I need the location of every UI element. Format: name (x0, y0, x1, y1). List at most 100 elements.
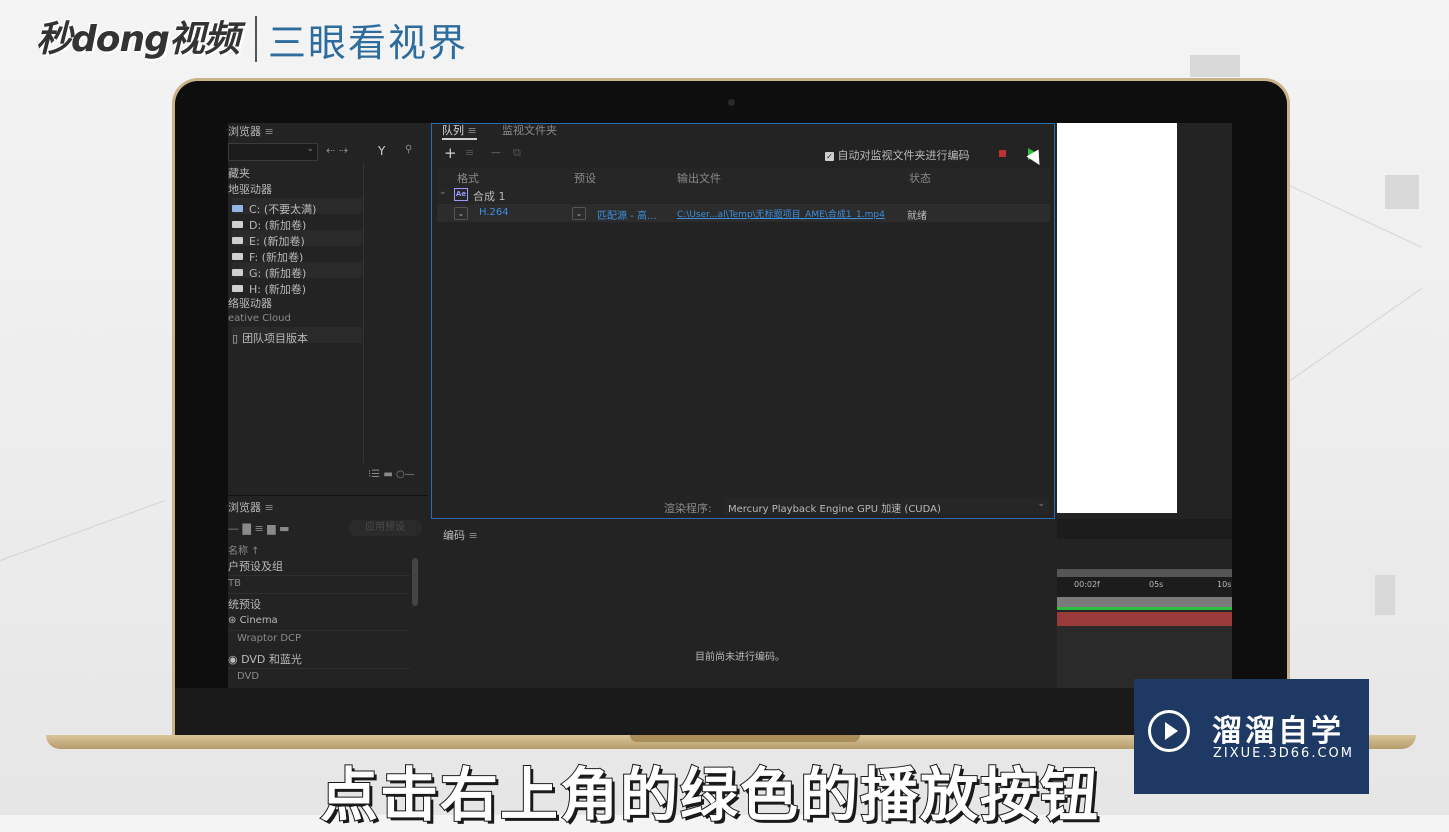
list-item[interactable]: 统预设 (228, 596, 261, 612)
column-output-file[interactable]: 输出文件 (677, 170, 721, 186)
encode-empty-message: 目前尚未进行编码。 (695, 652, 785, 663)
brand-subtitle: 三眼看视界 (268, 21, 469, 65)
duplicate-icon[interactable]: ⧉ (513, 146, 521, 160)
background-line (1290, 288, 1422, 381)
background-line (0, 500, 165, 561)
time-tick: 10s (1217, 580, 1232, 589)
drive-icon (232, 269, 243, 276)
background-chip (1375, 575, 1395, 615)
watermark-play-icon (1165, 722, 1178, 740)
chevron-down-icon[interactable]: ⌄ (439, 187, 447, 197)
preset-toolbar-icons[interactable]: — ▇ ≡ ▆ ▬ (228, 522, 290, 535)
renderer-label: 渲染程序: (664, 502, 712, 515)
drive-item-d[interactable]: D: (新加卷) (232, 214, 362, 232)
drive-icon (232, 221, 243, 228)
renderer-dropdown[interactable]: Mercury Playback Engine GPU 加速 (CUDA) ⌄ (724, 498, 1049, 515)
search-icon[interactable]: ⚲ (405, 144, 412, 155)
auto-encode-checkbox[interactable]: ✓ (825, 152, 834, 161)
column-preset[interactable]: 预设 (574, 170, 596, 186)
remove-button[interactable]: − (490, 145, 502, 161)
time-tick: 05s (1149, 580, 1164, 589)
drive-icon (232, 205, 243, 212)
favorites-section[interactable]: 藏夹 (228, 165, 250, 181)
drive-item-g[interactable]: G: (新加卷) (232, 262, 362, 280)
list-item[interactable]: 户预设及组 (228, 558, 283, 574)
queue-panel: 队列 ≡ 监视文件夹 + ≡ − ⧉ ✓ 自动对监视文件夹进行编码 格式 预设 … (431, 123, 1055, 519)
background-chip (1190, 55, 1240, 77)
team-project-icon: ▯ (232, 332, 239, 345)
preset-value[interactable]: 匹配源 - 高... (597, 207, 657, 222)
queue-group-row[interactable]: ⌄ Ae 合成 1 (437, 186, 1050, 203)
laptop-base-notch (630, 735, 860, 742)
list-item[interactable]: ⊛ Cinema (228, 615, 278, 626)
cinema-icon: ⊛ (228, 615, 240, 626)
column-format[interactable]: 格式 (457, 170, 479, 186)
preset-list: 户预设及组 TB 统预设 ⊛ Cinema Wraptor DCP ◉ DVD … (228, 556, 410, 688)
view-toggle-icons[interactable]: ⁝☰ ▬ ○— (368, 469, 415, 480)
layer-bar[interactable] (1057, 612, 1232, 626)
preset-browser-panel: 浏览器 ≡ — ▇ ≡ ▆ ▬ 应用预设 名称 ↑ 户预设及组 TB 统预设 ⊛… (228, 495, 428, 688)
time-tick: 00:02f (1074, 580, 1100, 589)
drive-item-h[interactable]: H: (新加卷) (232, 278, 362, 296)
list-item[interactable]: Wraptor DCP (237, 633, 301, 644)
encode-panel: 编码 ≡ 目前尚未进行编码。 (431, 521, 1055, 688)
preset-dropdown[interactable]: ⌄ (572, 207, 586, 220)
column-status[interactable]: 状态 (909, 170, 931, 186)
folder-tree: 藏夹 地驱动器 C: (不要太满) D: (新加卷) E: (新加卷) F: (… (228, 163, 363, 493)
after-effects-icon: Ae (454, 188, 468, 201)
settings-icon[interactable]: ≡ (465, 146, 474, 159)
chevron-down-icon: ⌄ (306, 144, 314, 154)
divider (363, 163, 364, 463)
list-item[interactable]: TB (228, 578, 241, 589)
chevron-down-icon: ⌄ (1037, 499, 1045, 509)
network-drives-section[interactable]: 络驱动器 (228, 295, 272, 311)
background-chip (1385, 175, 1419, 209)
list-item[interactable]: DVD (237, 671, 259, 682)
list-item[interactable]: ◉ DVD 和蓝光 (228, 651, 302, 667)
tab-watch-folders[interactable]: 监视文件夹 (502, 123, 557, 138)
drive-icon (232, 253, 243, 260)
watermark-title: 溜溜自学 (1212, 714, 1344, 749)
team-project-item[interactable]: ▯ 团队项目版本 (232, 327, 362, 345)
auto-encode-option[interactable]: ✓ 自动对监视文件夹进行编码 (825, 147, 970, 163)
drive-item-e[interactable]: E: (新加卷) (232, 230, 362, 248)
drive-item-c[interactable]: C: (不要太满) (232, 198, 362, 216)
tab-queue[interactable]: 队列 ≡ (442, 123, 477, 140)
name-column-header[interactable]: 名称 ↑ (228, 542, 260, 557)
status-value: 就绪 (907, 211, 927, 222)
media-browser-title: 浏览器 ≡ (228, 125, 274, 138)
render-progress-bar (1057, 607, 1232, 610)
work-area-bar[interactable] (1057, 597, 1232, 607)
preset-browser-title: 浏览器 ≡ (228, 501, 274, 514)
preview-frame (1057, 123, 1177, 513)
queue-column-headers: 格式 预设 输出文件 状态 (437, 168, 1050, 185)
format-dropdown[interactable]: ⌄ (454, 207, 468, 220)
stop-button[interactable] (999, 150, 1006, 157)
table-row[interactable]: ⌄ H.264 ⌄ 匹配源 - 高... C:\User...al\Temp\无… (437, 204, 1050, 222)
filter-icon[interactable]: Y (378, 144, 385, 158)
format-value[interactable]: H.264 (479, 207, 509, 218)
back-forward-arrows-icon[interactable]: ⇠ ⇢ (326, 144, 348, 157)
app-screen: 浏览器 ≡ ⌄ ⇠ ⇢ Y ⚲ 藏夹 地驱动器 C: (不要太满) D: (新加… (228, 123, 1232, 688)
encode-panel-title: 编码 ≡ (443, 529, 478, 542)
watermark-url: ZIXUE.3D66.COM (1213, 746, 1354, 761)
brand-separator (255, 16, 257, 62)
timeline-header (1057, 519, 1232, 539)
renderer-bar: 渲染程序: Mercury Playback Engine GPU 加速 (CU… (437, 498, 1050, 516)
add-source-button[interactable]: + (444, 144, 457, 162)
laptop-camera (728, 99, 735, 106)
apply-preset-button[interactable]: 应用预设 (348, 520, 422, 536)
location-dropdown[interactable]: ⌄ (228, 143, 318, 161)
drive-icon (232, 237, 243, 244)
disc-icon: ◉ (228, 653, 242, 666)
media-browser-panel: 浏览器 ≡ ⌄ ⇠ ⇢ Y ⚲ 藏夹 地驱动器 C: (不要太满) D: (新加… (228, 123, 428, 493)
laptop-bottom-bezel (175, 688, 1287, 735)
drive-item-f[interactable]: F: (新加卷) (232, 246, 362, 264)
video-subtitle: 点击右上角的绿色的播放按钮 (319, 760, 1101, 830)
brand-logo: 秒dong视频 (36, 19, 240, 60)
output-file-link[interactable]: C:\User...al\Temp\无标题项目_AME\合成1_1.mp4 (677, 207, 885, 220)
creative-cloud-section[interactable]: eative Cloud (228, 313, 291, 324)
local-drives-section[interactable]: 地驱动器 (228, 181, 272, 197)
scrollbar-thumb[interactable] (412, 558, 418, 606)
comp-name: 合成 1 (473, 190, 506, 203)
